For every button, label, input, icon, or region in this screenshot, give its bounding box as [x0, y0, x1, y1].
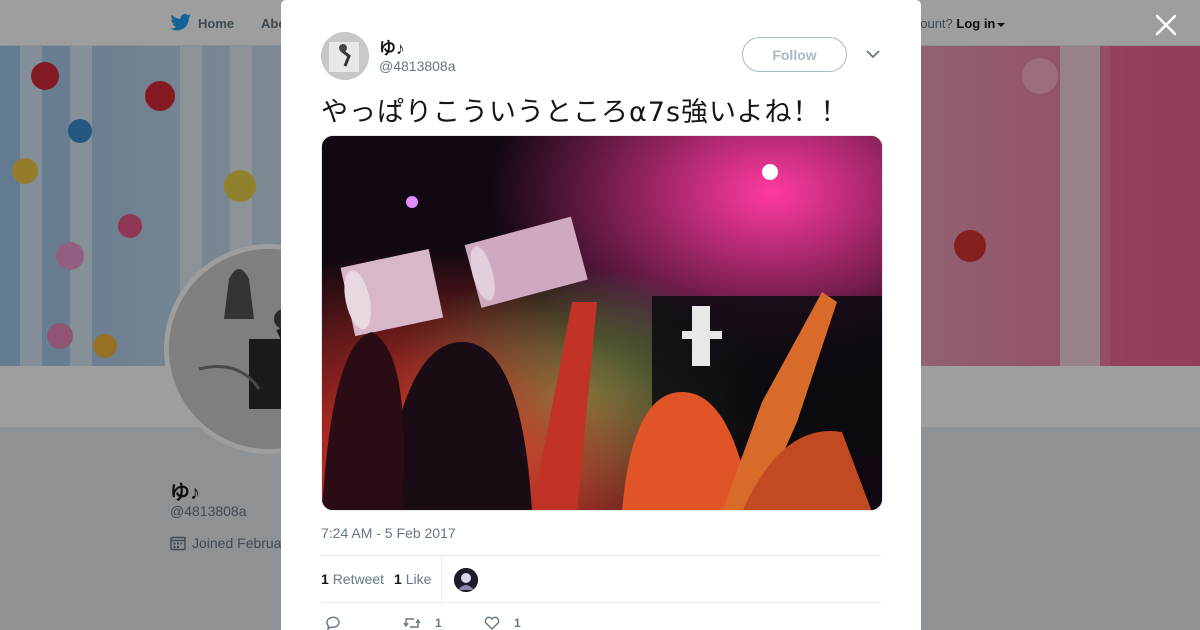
like-count: 1 — [394, 571, 402, 587]
liker-avatar[interactable] — [454, 568, 478, 592]
retweet-icon — [403, 618, 421, 628]
tweet-modal: ゆ♪ @4813808a Follow やっぱりこういうところα7s強いよね！！ — [281, 0, 921, 630]
retweet-action[interactable]: 1 — [403, 615, 442, 630]
stats-divider — [441, 556, 442, 603]
heart-icon — [484, 616, 500, 630]
tweet-actions: 1 1 — [321, 612, 881, 630]
retweet-action-count: 1 — [435, 616, 442, 630]
like-label: Like — [405, 571, 432, 587]
like-action[interactable]: 1 — [484, 615, 521, 630]
tweet-photo[interactable] — [321, 135, 883, 511]
chevron-down-icon[interactable] — [865, 46, 881, 62]
like-action-count: 1 — [514, 616, 521, 630]
like-stat[interactable]: 1 Like — [394, 571, 431, 587]
close-icon[interactable] — [1153, 12, 1179, 38]
author-avatar[interactable] — [321, 32, 369, 80]
tweet-timestamp[interactable]: 7:24 AM - 5 Feb 2017 — [321, 525, 456, 541]
author-name[interactable]: ゆ♪ — [379, 34, 405, 59]
retweet-count: 1 — [321, 571, 329, 587]
tweet-stats: 1 Retweet 1 Like — [321, 555, 881, 603]
reply-action[interactable] — [325, 615, 341, 630]
retweet-stat[interactable]: 1 Retweet — [321, 571, 384, 587]
tweet-text: やっぱりこういうところα7s強いよね！！ — [321, 97, 849, 128]
follow-button[interactable]: Follow — [742, 37, 847, 72]
author-handle[interactable]: @4813808a — [379, 58, 456, 74]
reply-icon — [326, 616, 340, 630]
retweet-label: Retweet — [332, 571, 385, 587]
